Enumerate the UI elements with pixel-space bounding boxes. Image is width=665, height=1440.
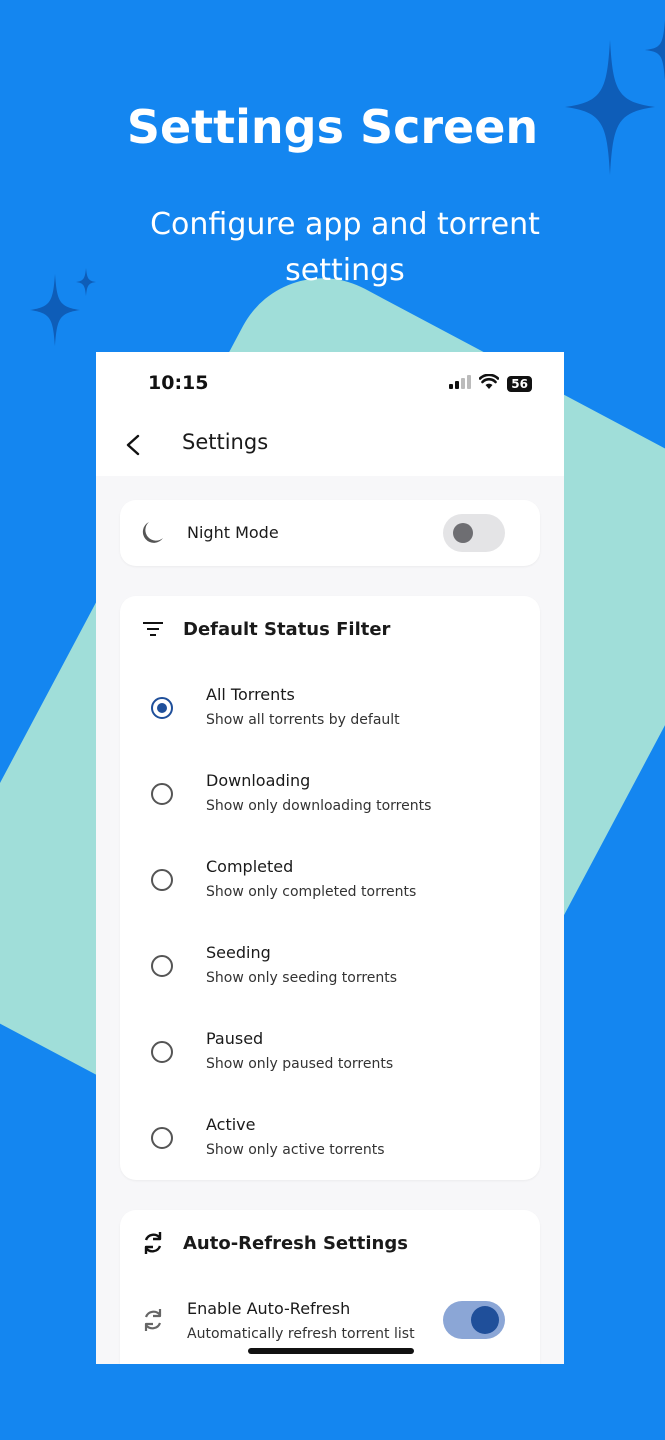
radio-button[interactable] [151, 1041, 173, 1063]
app-bar: Settings [96, 414, 564, 476]
option-title: All Torrents [206, 685, 295, 704]
promo-title: Settings Screen [126, 100, 539, 154]
option-subtitle: Show only active torrents [206, 1142, 385, 1158]
battery-icon: 56 [507, 375, 532, 392]
enable-auto-refresh-label: Enable Auto-Refresh [187, 1299, 351, 1318]
option-subtitle: Show only seeding torrents [206, 970, 398, 986]
radio-button[interactable] [151, 955, 173, 977]
status-filter-title: Default Status Filter [183, 619, 391, 640]
night-mode-label: Night Mode [187, 523, 279, 542]
option-title: Seeding [206, 943, 271, 962]
option-subtitle: Show all torrents by default [206, 712, 400, 728]
option-title: Active [206, 1115, 256, 1134]
radio-option-all-torrents[interactable]: All Torrents Show all torrents by defaul… [120, 685, 540, 771]
option-title: Downloading [206, 771, 311, 790]
home-indicator[interactable] [248, 1348, 414, 1354]
auto-refresh-title: Auto-Refresh Settings [183, 1233, 408, 1254]
radio-option-completed[interactable]: Completed Show only completed torrents [120, 857, 540, 943]
refresh-icon [139, 1306, 167, 1334]
auto-refresh-toggle[interactable] [443, 1301, 505, 1339]
toggle-knob [453, 523, 473, 543]
night-mode-card: Night Mode [120, 500, 540, 566]
back-button[interactable] [118, 430, 148, 460]
radio-button[interactable] [151, 697, 173, 719]
radio-option-seeding[interactable]: Seeding Show only seeding torrents [120, 943, 540, 1029]
sparkle-icon [76, 268, 96, 296]
sparkle-icon [30, 274, 80, 346]
status-filter-card: Default Status Filter All Torrents Show … [120, 596, 540, 1180]
status-icons: 56 [449, 373, 532, 393]
promo-subtitle: Configure app and torrent settings [150, 207, 540, 288]
wifi-icon [478, 373, 500, 393]
option-subtitle: Show only downloading torrents [206, 798, 432, 814]
radio-option-active[interactable]: Active Show only active torrents [120, 1115, 540, 1201]
radio-option-paused[interactable]: Paused Show only paused torrents [120, 1029, 540, 1115]
enable-auto-refresh-sublabel: Automatically refresh torrent list [187, 1326, 415, 1342]
option-subtitle: Show only completed torrents [206, 884, 417, 900]
status-bar: 10:15 56 [96, 352, 564, 414]
radio-button[interactable] [151, 783, 173, 805]
option-subtitle: Show only paused torrents [206, 1056, 394, 1072]
signal-icon [449, 374, 472, 393]
sparkle-icon [645, 20, 665, 80]
refresh-icon [139, 1229, 167, 1257]
night-mode-toggle[interactable] [443, 514, 505, 552]
option-title: Completed [206, 857, 294, 876]
back-arrow-icon [126, 434, 140, 456]
toggle-knob [471, 1306, 499, 1334]
radio-button[interactable] [151, 1127, 173, 1149]
status-time: 10:15 [148, 372, 209, 394]
option-title: Paused [206, 1029, 264, 1048]
radio-option-downloading[interactable]: Downloading Show only downloading torren… [120, 771, 540, 857]
moon-icon [138, 519, 166, 547]
radio-button[interactable] [151, 869, 173, 891]
filter-icon [139, 615, 167, 643]
phone-screen: 10:15 56 Settings Night Mode Default Sta… [96, 352, 564, 1364]
auto-refresh-card: Auto-Refresh Settings Enable Auto-Refres… [120, 1210, 540, 1364]
page-title: Settings [182, 430, 269, 454]
